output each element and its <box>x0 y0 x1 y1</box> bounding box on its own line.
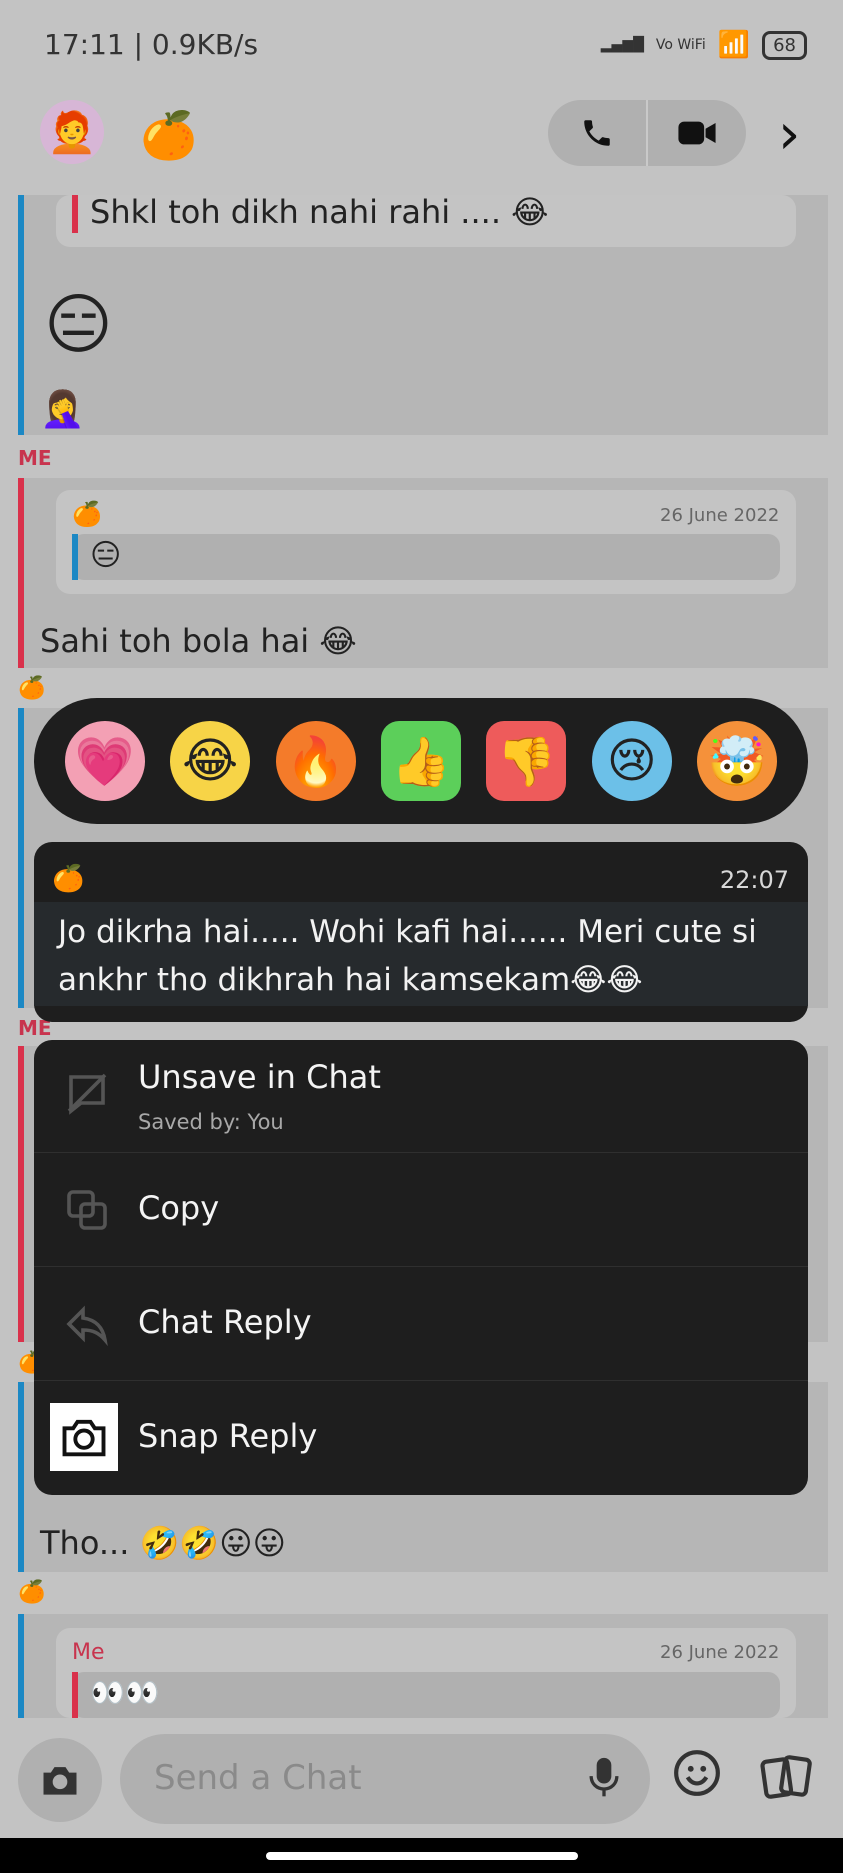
chevron-right-icon[interactable]: › <box>778 102 800 167</box>
quote-bar <box>72 1672 78 1718</box>
message-text: Shkl toh dikh nahi rahi .... 😂 <box>90 193 549 231</box>
contact-avatar[interactable]: 🧑‍🦰 <box>40 100 104 164</box>
message-text: Tho... 🤣🤣😛😛 <box>40 1524 286 1562</box>
stickers-icon[interactable] <box>760 1752 814 1813</box>
emoji-icon[interactable] <box>672 1748 722 1810</box>
quote-sender: 🍊 <box>72 500 102 528</box>
context-menu: Unsave in Chat Saved by: You Copy Chat R… <box>34 1040 808 1495</box>
home-indicator[interactable] <box>266 1852 578 1860</box>
emoji-message: 🤦‍♀️ <box>40 389 85 430</box>
reaction-fire[interactable]: 🔥 <box>275 721 356 801</box>
camera-icon <box>50 1403 118 1471</box>
focused-message-text: Jo dikrha hai..... Wohi kafi hai...... M… <box>58 914 757 998</box>
reaction-thumbs-up[interactable]: 👍 <box>380 721 461 801</box>
menu-item-unsave[interactable]: Unsave in Chat Saved by: You <box>34 1040 808 1153</box>
reaction-sad[interactable]: 😢 <box>591 721 672 801</box>
phone-icon[interactable] <box>548 100 646 166</box>
sender-bar <box>18 708 24 1008</box>
menu-label: Chat Reply <box>138 1303 312 1341</box>
status-time: 17:11 | 0.9KB/s <box>44 28 259 61</box>
wifi-icon: 📶 <box>717 30 751 60</box>
vowifi-label: Vo WiFi <box>655 37 706 53</box>
reply-icon <box>58 1295 116 1353</box>
quote-text: 👀👀 <box>90 1676 160 1709</box>
menu-item-copy[interactable]: Copy <box>34 1153 808 1267</box>
sender-bar <box>18 1382 24 1572</box>
sender-label: 🍊 <box>18 1580 46 1605</box>
contact-name[interactable]: 🍊 <box>140 108 197 163</box>
quote-text: 😑 <box>90 538 122 573</box>
quote-content <box>72 534 780 580</box>
quote-bar <box>72 195 78 233</box>
reaction-heart[interactable]: 💗 <box>64 721 145 801</box>
quote-sender: Me <box>72 1640 105 1665</box>
message-text: Sahi toh bola hai 😂 <box>40 622 357 660</box>
quote-bar <box>72 534 78 580</box>
video-camera-icon[interactable] <box>648 100 746 166</box>
sender-bar <box>18 1614 24 1718</box>
reaction-laugh[interactable]: 😂 <box>170 721 251 801</box>
sender-label: 🍊 <box>18 676 46 701</box>
call-controls <box>548 100 746 166</box>
focused-message-time: 22:07 <box>719 866 789 894</box>
menu-sublabel: Saved by: You <box>138 1110 284 1134</box>
signal-icon: ▂▄▆█ <box>600 37 644 53</box>
copy-icon <box>58 1181 116 1239</box>
quote-date: 26 June 2022 <box>660 505 780 526</box>
menu-item-snap-reply[interactable]: Snap Reply <box>34 1381 808 1495</box>
reaction-mind-blown[interactable]: 🤯 <box>697 721 778 801</box>
menu-label: Snap Reply <box>138 1417 318 1455</box>
sender-bar <box>18 195 24 435</box>
battery-level: 68 <box>762 30 807 60</box>
menu-label: Unsave in Chat <box>138 1058 381 1096</box>
reaction-bar: 💗 😂 🔥 👍 👎 😢 🤯 <box>34 698 808 824</box>
status-icons: ▂▄▆█ Vo WiFi 📶 68 <box>601 30 807 60</box>
chat-input-placeholder: Send a Chat <box>154 1758 362 1798</box>
reaction-thumbs-down[interactable]: 👎 <box>486 721 567 801</box>
menu-item-chat-reply[interactable]: Chat Reply <box>34 1267 808 1381</box>
menu-label: Copy <box>138 1189 220 1227</box>
camera-button[interactable] <box>18 1738 102 1822</box>
quote-content <box>72 1672 780 1718</box>
unsave-icon <box>58 1064 116 1122</box>
quote-date: 26 June 2022 <box>660 1642 780 1663</box>
sender-bar <box>18 478 24 668</box>
microphone-icon[interactable] <box>588 1756 620 1809</box>
focused-message-sender: 🍊 <box>52 864 85 894</box>
emoji-message: 😑 <box>44 286 113 363</box>
sender-label: ME <box>18 446 52 470</box>
sender-bar <box>18 1046 24 1342</box>
